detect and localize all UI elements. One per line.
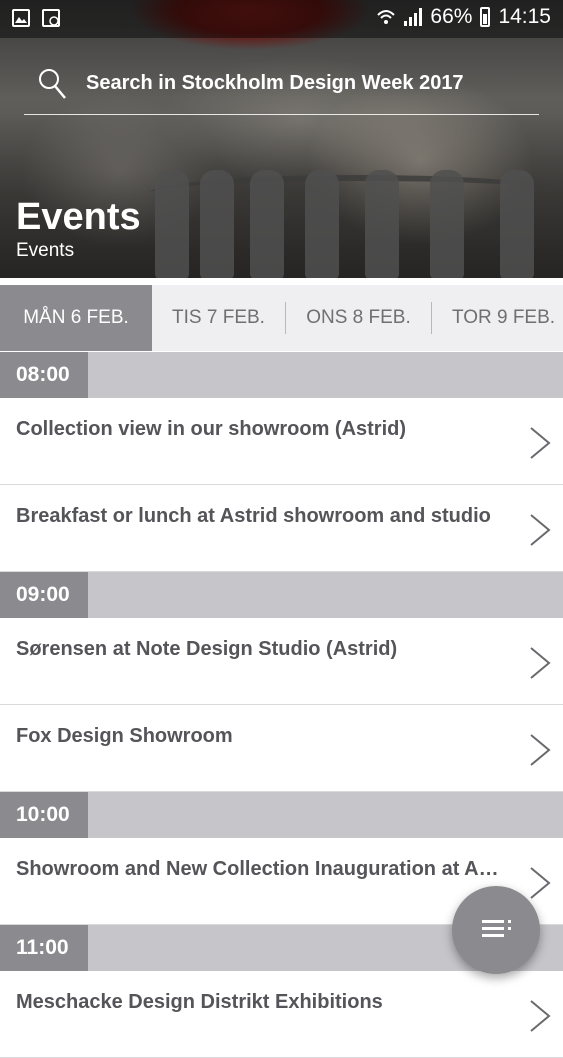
event-title: Sørensen at Note Design Studio (Astrid)	[16, 638, 398, 660]
chevron-right-icon	[530, 647, 551, 679]
page-title: Events	[16, 196, 141, 238]
event-title: Fox Design Showroom	[16, 725, 233, 747]
time-section-header: 09:00	[0, 572, 563, 618]
list-item[interactable]: Fox Design Showroom	[0, 705, 563, 792]
tab-thu-9-feb[interactable]: TOR 9 FEB.	[432, 285, 563, 351]
date-tabs: MÅN 6 FEB. TIS 7 FEB. ONS 8 FEB. TOR 9 F…	[0, 285, 563, 351]
battery-percent: 66%	[430, 5, 473, 28]
event-title: Collection view in our showroom (Astrid)	[16, 418, 407, 440]
clock-icon	[42, 9, 60, 27]
list-item[interactable]: Breakfast or lunch at Astrid showroom an…	[0, 485, 563, 572]
header-banner: 66% 14:15 Search in Stockholm Design Wee…	[0, 0, 563, 278]
list-menu-icon	[482, 920, 511, 937]
image-icon	[12, 9, 30, 27]
time-section-header: 10:00	[0, 792, 563, 838]
time-badge: 10:00	[0, 792, 88, 838]
search-field[interactable]: Search in Stockholm Design Week 2017	[24, 62, 539, 115]
clock-time: 14:15	[498, 5, 551, 28]
search-placeholder: Search in Stockholm Design Week 2017	[86, 72, 464, 94]
tab-tue-7-feb[interactable]: TIS 7 FEB.	[152, 285, 285, 351]
chevron-right-icon	[530, 1000, 551, 1032]
decorative-hook	[250, 170, 284, 278]
time-badge: 11:00	[0, 925, 88, 971]
decorative-hook	[305, 170, 339, 278]
decorative-hook	[200, 170, 234, 278]
signal-icon	[404, 8, 423, 26]
event-title: Breakfast or lunch at Astrid showroom an…	[16, 505, 491, 527]
wifi-icon	[376, 7, 396, 27]
decorative-hook	[430, 170, 464, 278]
list-item[interactable]: Collection view in our showroom (Astrid)	[0, 398, 563, 485]
decorative-hook	[365, 170, 399, 278]
chevron-right-icon	[530, 867, 551, 899]
list-item[interactable]: Sørensen at Note Design Studio (Astrid)	[0, 618, 563, 705]
decorative-hook	[155, 170, 189, 278]
time-badge: 09:00	[0, 572, 88, 618]
list-item[interactable]: Meschacke Design Distrikt Exhibitions	[0, 971, 563, 1058]
chevron-right-icon	[530, 514, 551, 546]
battery-icon	[480, 7, 491, 27]
list-menu-button[interactable]	[452, 886, 540, 974]
status-bar: 66% 14:15	[0, 0, 563, 38]
search-icon	[39, 69, 66, 99]
event-title: Meschacke Design Distrikt Exhibitions	[16, 991, 383, 1013]
time-section-header: 08:00	[0, 352, 563, 398]
chevron-right-icon	[530, 427, 551, 459]
event-title: Showroom and New Collection Inauguration…	[16, 858, 508, 880]
tab-mon-6-feb[interactable]: MÅN 6 FEB.	[0, 285, 152, 351]
chevron-right-icon	[530, 734, 551, 766]
page-subtitle: Events	[16, 240, 75, 261]
tab-wed-8-feb[interactable]: ONS 8 FEB.	[286, 285, 431, 351]
time-badge: 08:00	[0, 352, 88, 398]
decorative-hook	[500, 170, 534, 278]
